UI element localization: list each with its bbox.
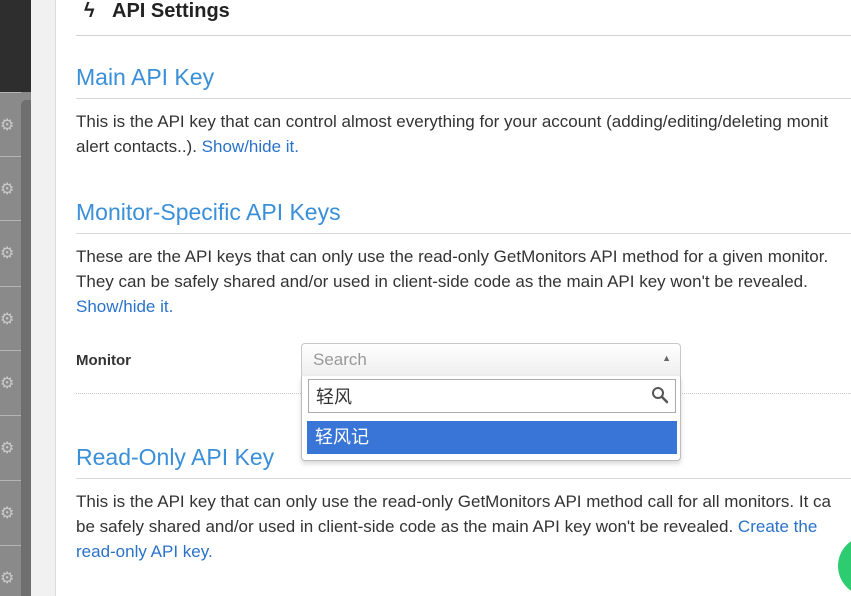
search-icon bbox=[652, 387, 669, 404]
panel-title: ϟ API Settings bbox=[76, 0, 230, 24]
gear-icon: ⚙ bbox=[0, 309, 15, 328]
main-api-key-description: This is the API key that can control alm… bbox=[76, 109, 851, 159]
sidebar-header bbox=[0, 0, 31, 92]
readonly-api-key-text-line2: be safely shared and/or used in client-s… bbox=[76, 517, 738, 536]
sidebar-item[interactable]: ⚙ bbox=[0, 286, 21, 350]
bolt-icon: ϟ bbox=[84, 0, 95, 22]
main-api-key-heading: Main API Key bbox=[76, 64, 215, 90]
divider bbox=[76, 35, 851, 36]
sidebar-item[interactable]: ⚙ bbox=[0, 350, 21, 414]
monitor-search-box[interactable] bbox=[308, 379, 676, 413]
monitor-api-keys-text-line1: These are the API keys that can only use… bbox=[76, 247, 829, 266]
main-api-key-text-line1: This is the API key that can control alm… bbox=[76, 112, 829, 131]
sidebar-item[interactable]: ⚙ bbox=[0, 92, 21, 156]
sidebar-scrollbar[interactable] bbox=[21, 100, 31, 596]
monitor-api-keys-show-hide-link[interactable]: Show/hide it. bbox=[76, 297, 173, 316]
monitor-api-keys-text-line2: They can be safely shared and/or used in… bbox=[76, 272, 808, 291]
create-readonly-key-link-cont[interactable]: read-only API key. bbox=[76, 542, 213, 561]
page: ⚙ ⚙ ⚙ ⚙ ⚙ ⚙ ⚙ ⚙ ϟ API Settings Main API K… bbox=[0, 0, 851, 596]
divider bbox=[76, 98, 851, 99]
gear-icon: ⚙ bbox=[0, 179, 15, 198]
gear-icon: ⚙ bbox=[0, 373, 15, 392]
sidebar-item[interactable]: ⚙ bbox=[0, 156, 21, 220]
chevron-up-icon[interactable]: ▲ bbox=[662, 353, 671, 363]
gear-icon: ⚙ bbox=[0, 243, 15, 262]
readonly-api-key-text-line1: This is the API key that can only use th… bbox=[76, 492, 831, 511]
main-api-key-text-line2-text: alert contacts..). bbox=[76, 137, 202, 156]
monitor-label: Monitor bbox=[76, 352, 131, 369]
monitor-select-placeholder: Search bbox=[313, 350, 367, 369]
monitor-select-dropdown: 轻风记 bbox=[301, 376, 681, 461]
readonly-api-key-description: This is the API key that can only use th… bbox=[76, 489, 851, 564]
sidebar-item[interactable]: ⚙ bbox=[0, 545, 21, 596]
monitor-option[interactable]: 轻风记 bbox=[307, 421, 677, 454]
gear-icon: ⚙ bbox=[0, 115, 15, 134]
create-readonly-key-link[interactable]: Create the bbox=[738, 517, 817, 536]
panel-title-text: API Settings bbox=[112, 0, 230, 22]
readonly-api-key-heading: Read-Only API Key bbox=[76, 444, 275, 470]
main-api-key-text-line2: alert contacts..). Show/hide it. bbox=[76, 134, 851, 159]
monitor-select[interactable]: Search ▲ bbox=[301, 343, 681, 377]
monitor-api-keys-description: These are the API keys that can only use… bbox=[76, 244, 851, 319]
divider bbox=[76, 478, 851, 479]
gear-icon: ⚙ bbox=[0, 438, 15, 457]
sidebar-item[interactable]: ⚙ bbox=[0, 480, 21, 544]
api-settings-panel: ϟ API Settings Main API Key This is the A… bbox=[76, 0, 851, 596]
gear-icon: ⚙ bbox=[0, 568, 15, 587]
monitor-search-input[interactable] bbox=[309, 380, 646, 412]
gear-icon: ⚙ bbox=[0, 503, 15, 522]
monitor-api-keys-heading: Monitor-Specific API Keys bbox=[76, 199, 341, 225]
divider bbox=[76, 233, 851, 234]
sidebar-item[interactable]: ⚙ bbox=[0, 415, 21, 479]
panel-gutter bbox=[31, 0, 56, 596]
main-api-key-show-hide-link[interactable]: Show/hide it. bbox=[202, 137, 299, 156]
left-sidebar: ⚙ ⚙ ⚙ ⚙ ⚙ ⚙ ⚙ ⚙ bbox=[0, 0, 31, 596]
sidebar-item[interactable]: ⚙ bbox=[0, 220, 21, 284]
